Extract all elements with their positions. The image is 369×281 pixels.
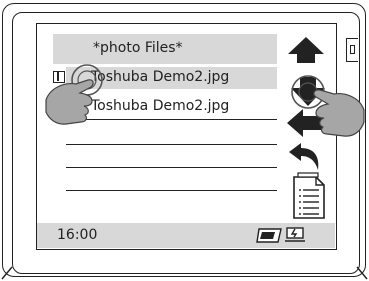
page-title: *photo Files*	[93, 40, 183, 56]
clock-time: 16:00	[57, 227, 98, 243]
status-bar: 16:00	[37, 223, 335, 248]
hdd-icon	[256, 228, 282, 243]
list-divider	[66, 167, 277, 168]
back-curved-icon[interactable]	[287, 142, 321, 172]
list-divider	[66, 144, 277, 145]
list-divider	[66, 190, 277, 191]
frame-corner-right	[356, 266, 368, 280]
side-slot-icon[interactable]	[346, 38, 358, 62]
arrow-up-icon[interactable]	[287, 36, 325, 64]
power-plug-icon	[285, 227, 305, 242]
hand-pointer-right-icon	[291, 75, 365, 137]
document-list-icon[interactable]	[292, 172, 326, 220]
hand-pointer-left-icon	[45, 64, 103, 125]
frame-corner-left	[1, 266, 13, 280]
